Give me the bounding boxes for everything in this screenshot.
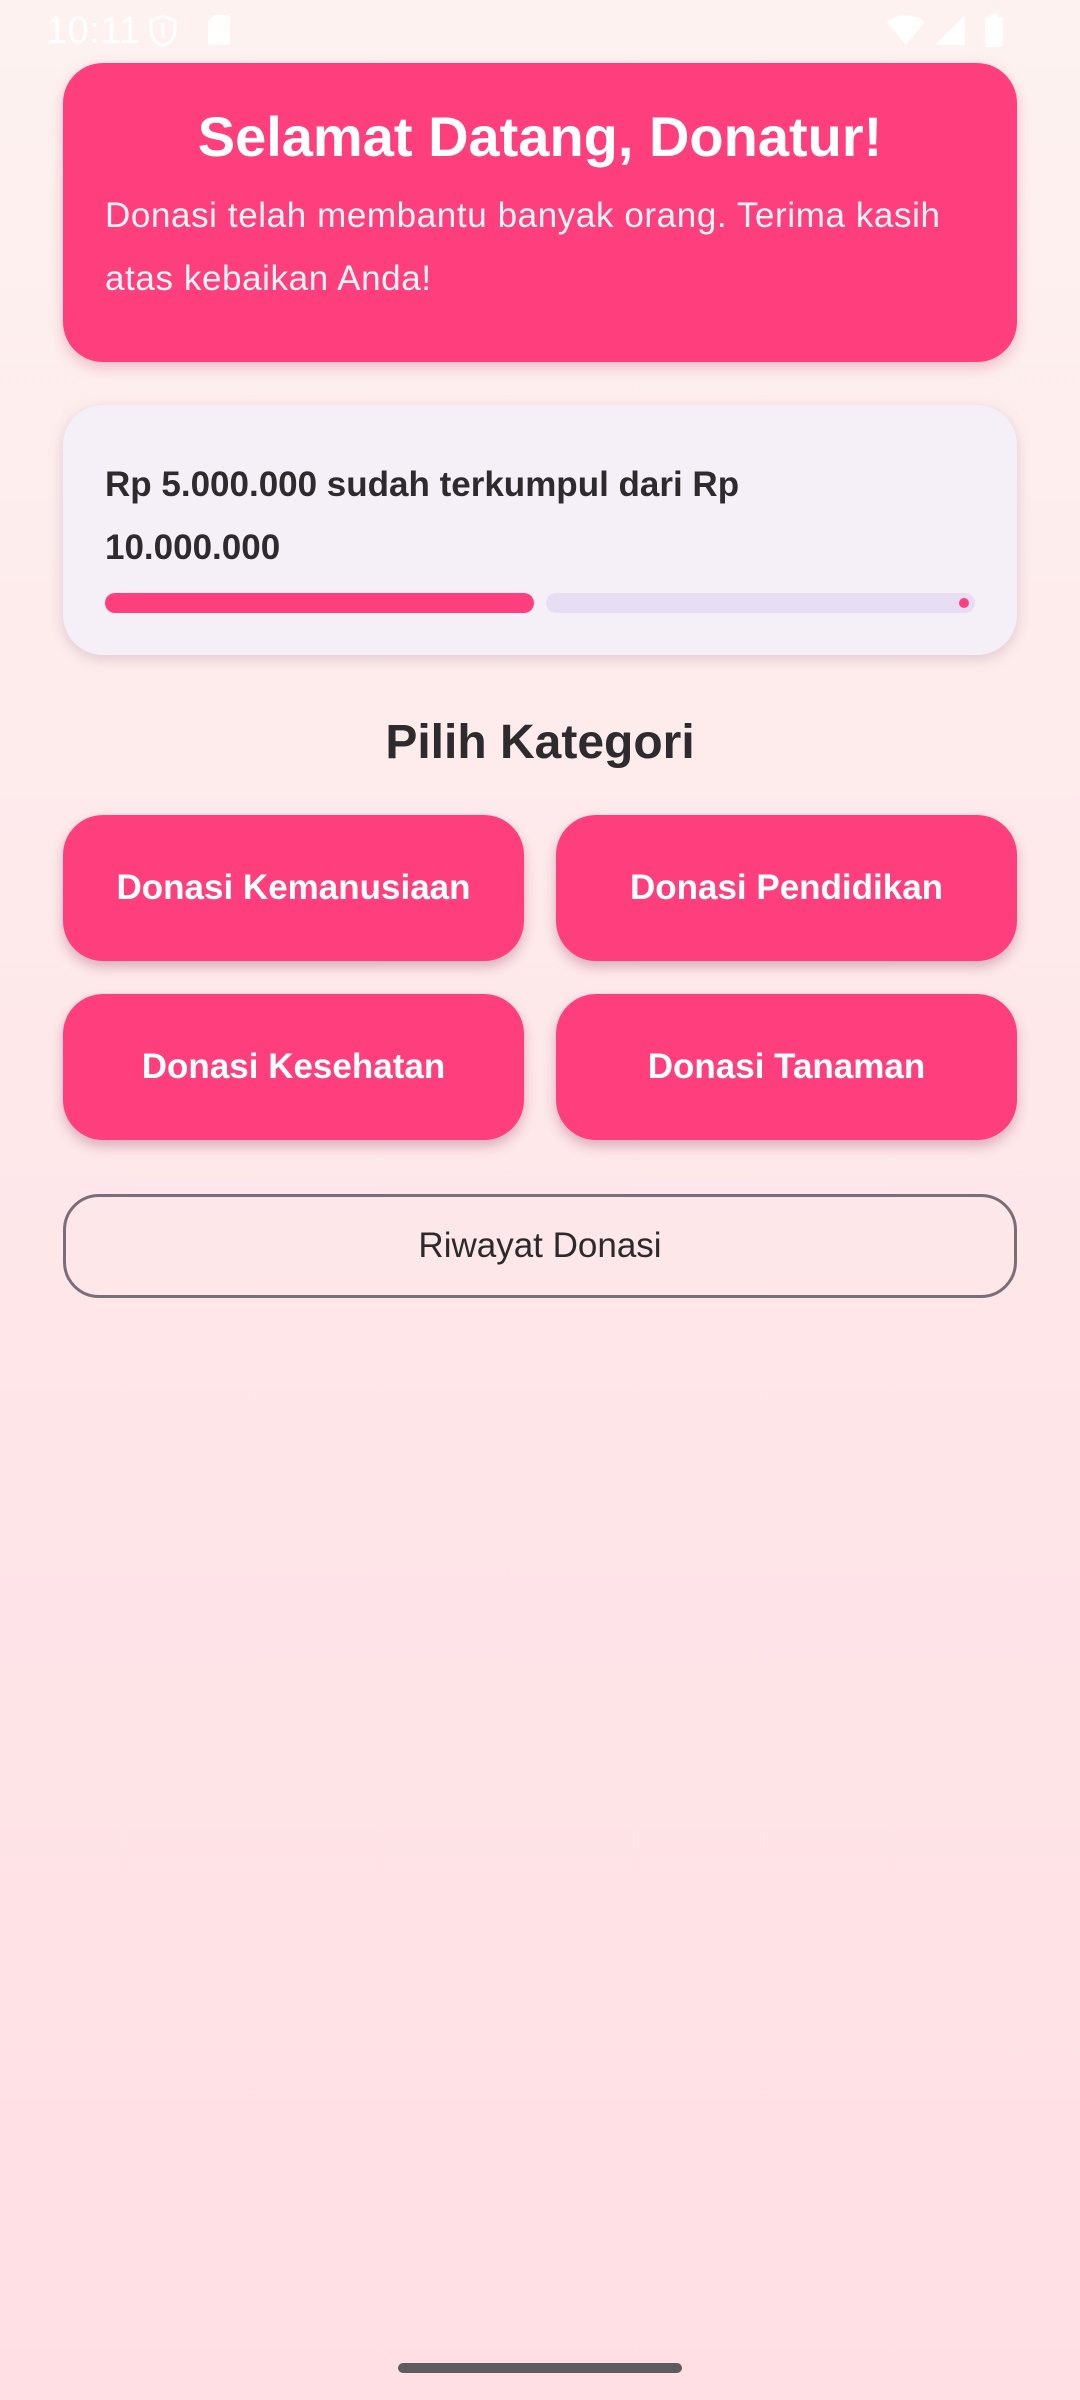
- category-section-title: Pilih Kategori: [385, 716, 695, 769]
- welcome-title: Selamat Datang, Donatur!: [197, 105, 883, 168]
- welcome-subtitle: Donasi telah membantu banyak orang. Teri…: [105, 196, 941, 299]
- signal-icon: [934, 14, 966, 51]
- category-button-pendidikan[interactable]: Donasi Pendidikan: [556, 815, 1017, 961]
- progress-bar-remaining: [546, 593, 975, 613]
- home-indicator[interactable]: [398, 2363, 682, 2373]
- welcome-card: Selamat Datang, Donatur! Donasi telah me…: [63, 63, 1017, 362]
- status-bar: 10:11: [0, 0, 1080, 62]
- category-button-kesehatan[interactable]: Donasi Kesehatan: [63, 994, 524, 1140]
- donation-history-button[interactable]: Riwayat Donasi: [63, 1194, 1017, 1298]
- wifi-icon: [886, 14, 926, 51]
- donation-progress-card: Rp 5.000.000 sudah terkumpul dari Rp 10.…: [63, 405, 1017, 655]
- category-button-kemanusiaan[interactable]: Donasi Kemanusiaan: [63, 815, 524, 961]
- battery-icon: [984, 14, 1004, 53]
- progress-text: Rp 5.000.000 sudah terkumpul dari Rp 10.…: [105, 465, 740, 567]
- progress-bar: [105, 593, 975, 613]
- status-time: 10:11: [46, 10, 141, 52]
- shield-icon: [148, 14, 178, 53]
- progress-bar-fill: [105, 593, 534, 613]
- progress-end-indicator: [959, 598, 969, 608]
- category-button-tanaman[interactable]: Donasi Tanaman: [556, 994, 1017, 1140]
- sd-card-icon: [206, 14, 232, 51]
